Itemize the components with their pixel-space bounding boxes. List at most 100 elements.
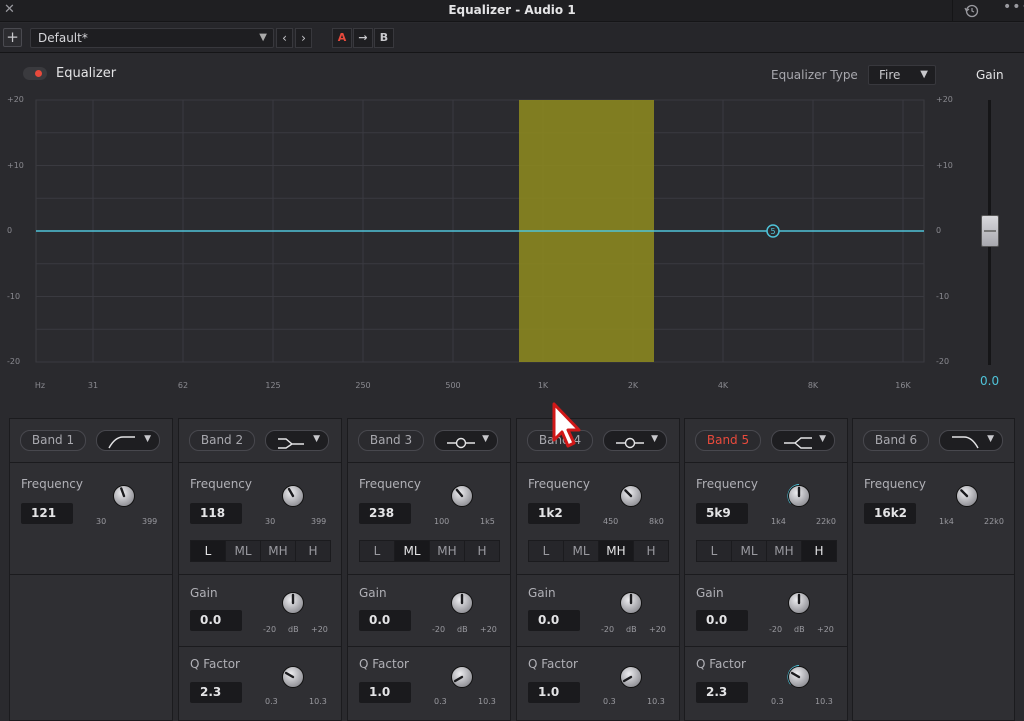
compare-b-button[interactable]: B: [374, 28, 394, 48]
preset-name: Default*: [38, 31, 88, 45]
frequency-value-field[interactable]: 121: [21, 503, 73, 524]
db-tick-label: 0: [936, 226, 942, 235]
gain-value-field[interactable]: 0.0: [696, 610, 748, 631]
gain-unit-label: dB: [626, 625, 637, 634]
gain-value-field[interactable]: 0.0: [528, 610, 580, 631]
gain-slider-thumb[interactable]: [981, 215, 999, 247]
divider: [952, 0, 953, 22]
filter-shape-dropdown[interactable]: ▼: [434, 430, 498, 451]
q-factor-knob[interactable]: [447, 662, 477, 692]
q-factor-value-field[interactable]: 2.3: [190, 682, 242, 703]
filter-shape-dropdown[interactable]: ▼: [939, 430, 1003, 451]
range-option-mh[interactable]: MH: [430, 541, 465, 561]
frequency-value-field[interactable]: 118: [190, 503, 242, 524]
frequency-value-field[interactable]: 16k2: [864, 503, 916, 524]
gain-max-label: +20: [649, 625, 666, 634]
range-option-l[interactable]: L: [529, 541, 564, 561]
frequency-section: Frequency 1k2 450 8k0 L ML MH H: [517, 463, 679, 575]
range-option-ml[interactable]: ML: [395, 541, 430, 561]
frequency-max-label: 399: [311, 517, 327, 526]
band-panel-3: Band 3 ▼ Frequency 238 100 1k5 L ML MH H Ga…: [347, 418, 511, 721]
next-preset-button[interactable]: ›: [295, 28, 312, 48]
eq-graph[interactable]: 5: [0, 92, 1024, 392]
frequency-section: Frequency 118 30 399 L ML MH H: [179, 463, 341, 575]
frequency-knob[interactable]: [278, 481, 308, 511]
q-factor-section: Q Factor 2.3 0.3 10.3: [179, 647, 341, 721]
band-toggle-button[interactable]: Band 5: [695, 430, 761, 451]
range-option-h[interactable]: H: [802, 541, 836, 561]
range-option-mh[interactable]: MH: [261, 541, 296, 561]
frequency-value-field[interactable]: 1k2: [528, 503, 580, 524]
band-toggle-button[interactable]: Band 2: [189, 430, 255, 451]
frequency-tick-label: 2K: [627, 381, 639, 390]
equalizer-type-dropdown[interactable]: Fire ▼: [868, 65, 936, 85]
range-option-ml[interactable]: ML: [226, 541, 261, 561]
band-toggle-button[interactable]: Band 1: [20, 430, 86, 451]
range-option-mh[interactable]: MH: [599, 541, 634, 561]
frequency-range-selector: L ML MH H: [190, 540, 331, 562]
band-toggle-button[interactable]: Band 6: [863, 430, 929, 451]
compare-a-button[interactable]: A: [332, 28, 352, 48]
range-option-ml[interactable]: ML: [732, 541, 767, 561]
gain-knob[interactable]: [278, 588, 308, 618]
q-factor-max-label: 10.3: [478, 697, 496, 706]
equalizer-type-label: Equalizer Type: [771, 68, 858, 82]
gain-section: Gain 0.0 -20 dB +20: [685, 575, 847, 647]
more-options-icon[interactable]: •••: [1003, 0, 1024, 15]
frequency-tick-label: 62: [177, 381, 189, 390]
gain-knob[interactable]: [616, 588, 646, 618]
frequency-min-label: 450: [603, 517, 619, 526]
q-factor-knob[interactable]: [784, 662, 814, 692]
q-factor-value-field[interactable]: 1.0: [528, 682, 580, 703]
range-option-l[interactable]: L: [697, 541, 732, 561]
q-factor-value-field[interactable]: 2.3: [696, 682, 748, 703]
equalizer-toggle[interactable]: [23, 67, 47, 80]
frequency-knob[interactable]: [616, 481, 646, 511]
frequency-knob[interactable]: [952, 481, 982, 511]
preset-bar: + Default* ▼ ‹ › A → B: [0, 23, 1024, 53]
filter-shape-dropdown[interactable]: ▼: [771, 430, 835, 451]
range-option-h[interactable]: H: [634, 541, 668, 561]
gain-knob[interactable]: [784, 588, 814, 618]
gain-value-field[interactable]: 0.0: [190, 610, 242, 631]
frequency-knob[interactable]: [447, 481, 477, 511]
frequency-range-selector: L ML MH H: [528, 540, 669, 562]
frequency-knob[interactable]: [109, 481, 139, 511]
range-option-ml[interactable]: ML: [564, 541, 599, 561]
filter-shape-dropdown[interactable]: ▼: [603, 430, 667, 451]
frequency-tick-label: 500: [445, 381, 461, 390]
chevron-down-icon: ▼: [651, 434, 658, 444]
filter-shape-dropdown[interactable]: ▼: [96, 430, 160, 451]
gain-value-field[interactable]: 0.0: [359, 610, 411, 631]
q-factor-knob[interactable]: [278, 662, 308, 692]
previous-preset-button[interactable]: ‹: [276, 28, 293, 48]
gain-min-label: -20: [769, 625, 783, 634]
frequency-section: Frequency 121 30 399: [10, 463, 172, 575]
copy-a-to-b-button[interactable]: →: [353, 28, 373, 48]
frequency-tick-label: 250: [355, 381, 371, 390]
frequency-value-field[interactable]: 238: [359, 503, 411, 524]
preset-dropdown[interactable]: Default* ▼: [30, 28, 274, 48]
band-5-node[interactable]: 5: [766, 224, 780, 238]
q-factor-value-field[interactable]: 1.0: [359, 682, 411, 703]
range-option-l[interactable]: L: [191, 541, 226, 561]
range-option-h[interactable]: H: [296, 541, 330, 561]
range-option-mh[interactable]: MH: [767, 541, 802, 561]
gain-knob[interactable]: [447, 588, 477, 618]
q-factor-knob[interactable]: [616, 662, 646, 692]
filter-shape-dropdown[interactable]: ▼: [265, 430, 329, 451]
equalizer-label: Equalizer: [56, 66, 117, 81]
frequency-value-field[interactable]: 5k9: [696, 503, 748, 524]
gain-label: Gain: [696, 586, 724, 600]
band-header: Band 5 ▼: [685, 419, 847, 463]
reset-icon[interactable]: [960, 1, 984, 21]
add-preset-button[interactable]: +: [3, 28, 22, 47]
gain-label: Gain: [359, 586, 387, 600]
range-option-l[interactable]: L: [360, 541, 395, 561]
frequency-max-label: 22k0: [816, 517, 836, 526]
band-toggle-button[interactable]: Band 3: [358, 430, 424, 451]
band-header: Band 6 ▼: [853, 419, 1014, 463]
frequency-knob[interactable]: [784, 481, 814, 511]
frequency-label: Frequency: [190, 477, 252, 491]
range-option-h[interactable]: H: [465, 541, 499, 561]
